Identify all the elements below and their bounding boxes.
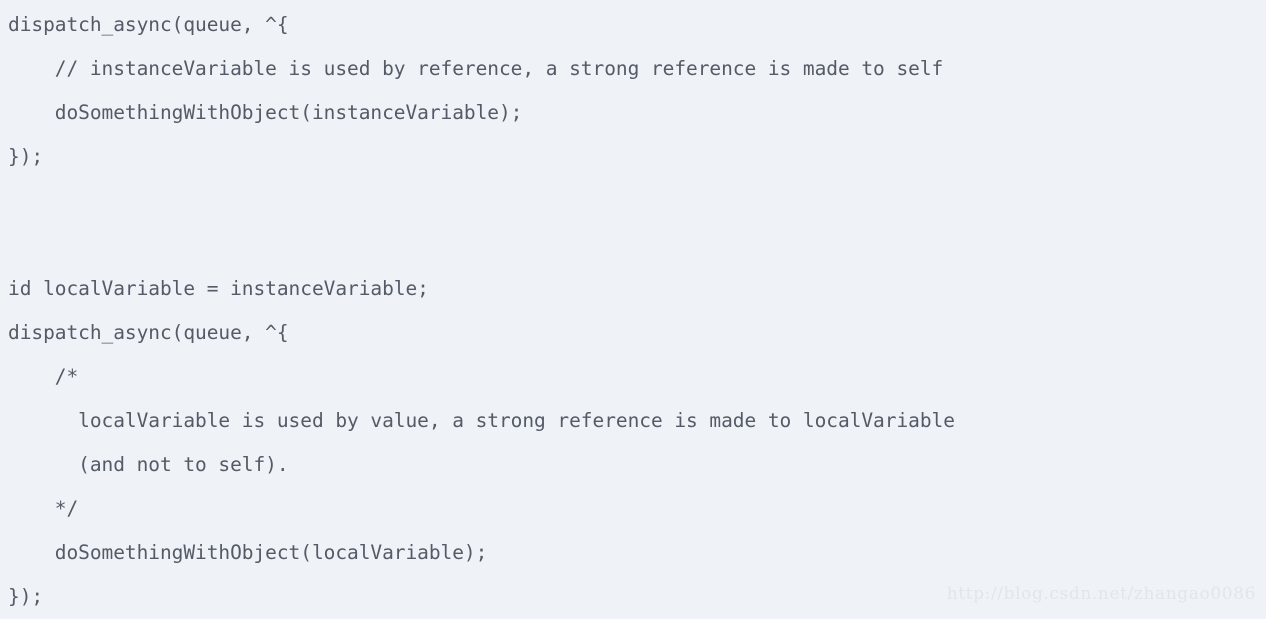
code-line: });	[8, 145, 44, 168]
code-line: doSomethingWithObject(instanceVariable);	[8, 101, 523, 124]
code-line: dispatch_async(queue, ^{	[8, 13, 289, 36]
code-line: // instanceVariable is used by reference…	[8, 57, 944, 80]
code-line: (and not to self).	[8, 453, 289, 476]
code-line: id localVariable = instanceVariable;	[8, 277, 429, 300]
code-line: });	[8, 585, 44, 608]
code-line: */	[8, 497, 79, 520]
code-line: dispatch_async(queue, ^{	[8, 321, 289, 344]
code-lines-container[interactable]: dispatch_async(queue, ^{ // instanceVari…	[0, 0, 955, 619]
code-line: localVariable is used by value, a strong…	[8, 409, 955, 432]
watermark-url: http://blog.csdn.net/zhangao0086	[946, 584, 1256, 604]
code-line: /*	[8, 365, 79, 388]
code-line: doSomethingWithObject(localVariable);	[8, 541, 488, 564]
code-block: dispatch_async(queue, ^{ // instanceVari…	[0, 0, 1266, 608]
